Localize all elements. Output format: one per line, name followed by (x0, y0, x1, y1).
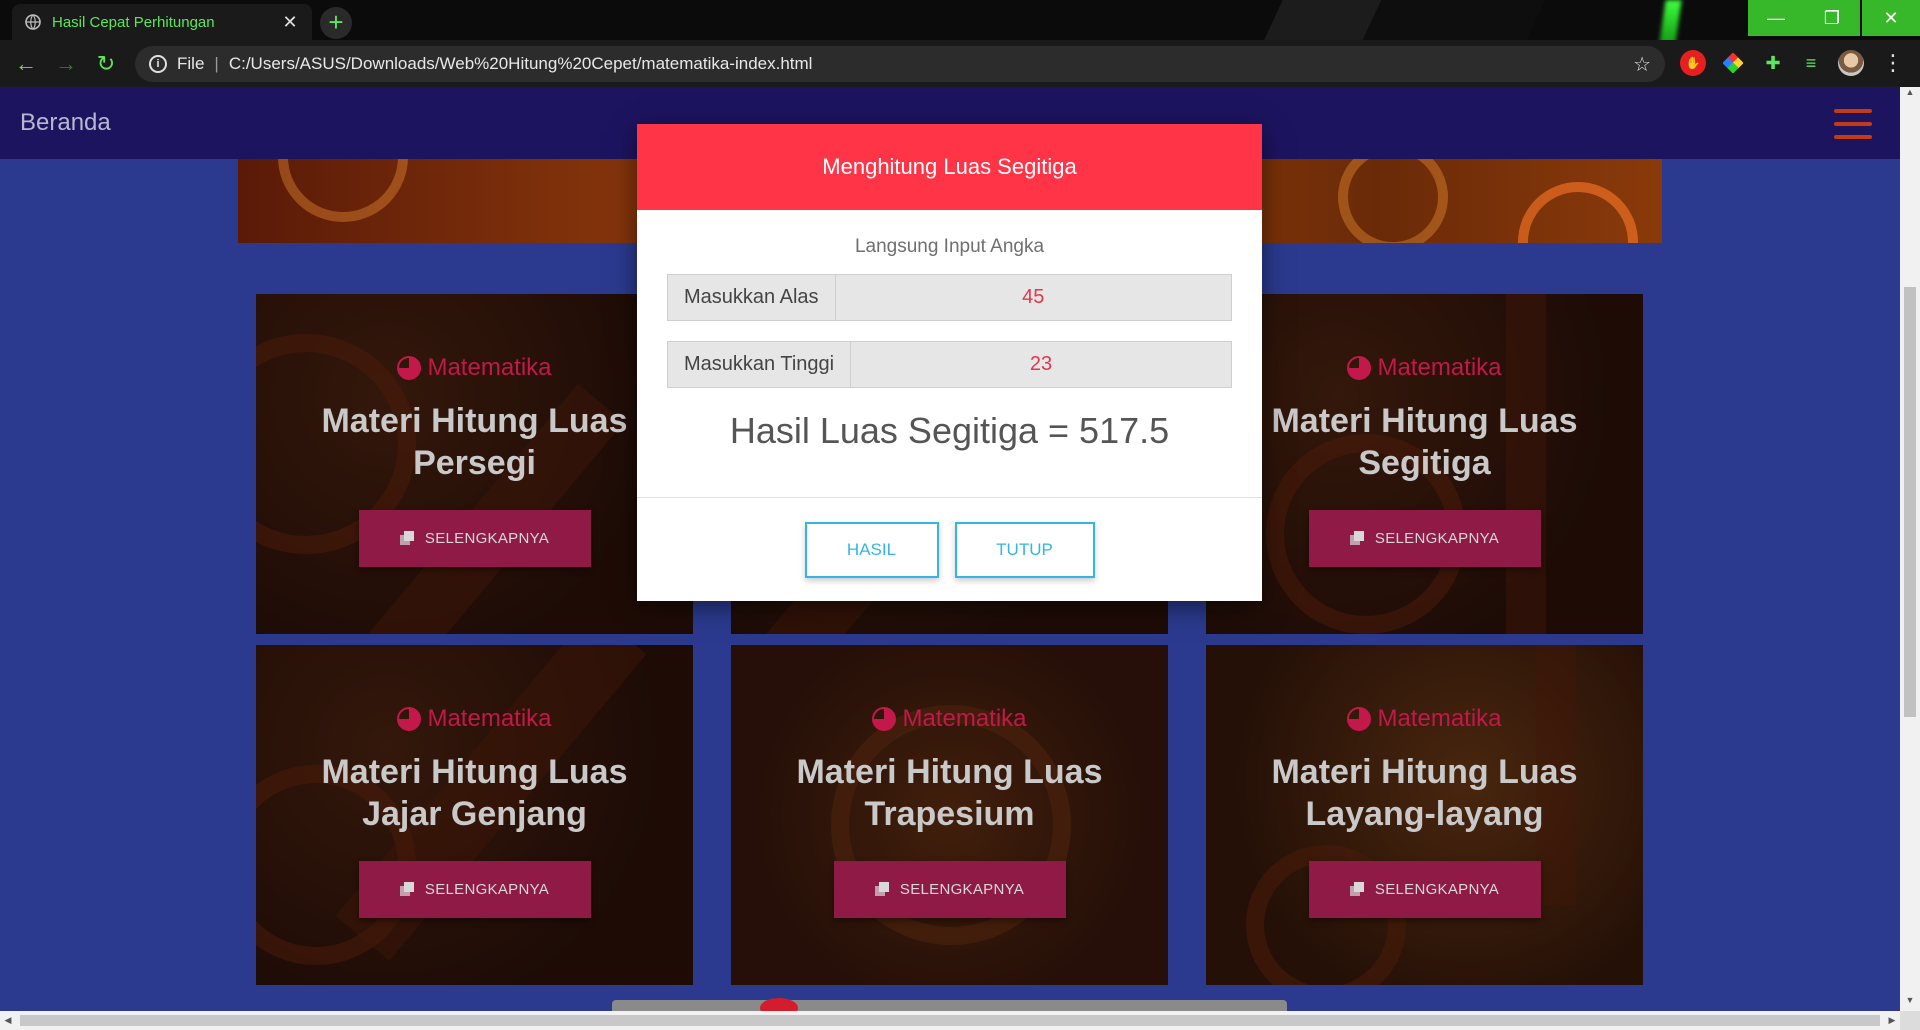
back-arrow-icon[interactable]: ← (6, 44, 46, 84)
modal-footer: HASIL TUTUP (637, 497, 1262, 601)
scroll-left-arrow-icon[interactable]: ◀ (0, 1011, 16, 1030)
horizontal-scroll-thumb[interactable] (20, 1015, 1880, 1026)
horizontal-scrollbar[interactable]: ◀ ▶ (0, 1011, 1900, 1030)
scroll-down-arrow-icon[interactable]: ▼ (1900, 995, 1920, 1011)
card-title: Materi Hitung Luas Trapesium (796, 753, 1103, 833)
card-title: Materi Hitung Luas Jajar Genjang (321, 753, 628, 833)
url-separator: | (214, 54, 219, 73)
info-icon[interactable]: i (149, 55, 167, 73)
hasil-button[interactable]: HASIL (804, 521, 939, 578)
forward-arrow-icon[interactable]: → (46, 44, 86, 84)
browser-tab-active[interactable]: Hasil Cepat Perhitungan ✕ (12, 4, 312, 40)
modal-body: Langsung Input Angka Masukkan Alas 45 Ma… (637, 210, 1262, 452)
vertical-scroll-thumb[interactable] (1904, 287, 1916, 717)
vertical-scrollbar[interactable]: ▲ ▼ (1900, 87, 1920, 1011)
bookmark-star-icon[interactable]: ☆ (1633, 52, 1651, 77)
media-control-icon[interactable]: ≡ (1798, 50, 1824, 76)
card-more-button[interactable]: SELENGKAPNYA (1308, 861, 1541, 918)
browser-tabstrip: Hasil Cepat Perhitungan ✕ + (0, 0, 1920, 40)
card-more-button[interactable]: SELENGKAPNYA (358, 510, 591, 567)
modal-hint: Langsung Input Angka (854, 236, 1045, 257)
alas-input[interactable]: 45 (835, 275, 1231, 320)
window-close-button[interactable]: ✕ (1862, 0, 1920, 36)
globe-icon (24, 13, 42, 31)
hamburger-icon[interactable] (1834, 109, 1872, 139)
window-restore-button[interactable]: ❐ (1804, 0, 1860, 36)
copy-icon (1349, 882, 1365, 897)
alas-input-group: Masukkan Alas 45 (667, 274, 1232, 321)
tutup-button[interactable]: TUTUP (954, 521, 1095, 578)
tinggi-input-group: Masukkan Tinggi 23 (667, 341, 1232, 388)
card-title: Materi Hitung Luas Persegi (321, 402, 628, 482)
profile-avatar[interactable] (1838, 50, 1864, 76)
card-more-button[interactable]: SELENGKAPNYA (358, 861, 591, 918)
card-title: Materi Hitung Luas Segitiga (1271, 402, 1578, 482)
navbar-brand-link[interactable]: Beranda (20, 109, 111, 137)
card-segitiga: Matematika Materi Hitung Luas Segitiga S… (1206, 294, 1643, 634)
pie-chart-icon (872, 707, 897, 731)
color-extension-icon[interactable] (1720, 50, 1746, 76)
card-more-button[interactable]: SELENGKAPNYA (1308, 510, 1541, 567)
card-title: Materi Hitung Luas Layang-layang (1271, 753, 1578, 833)
new-tab-button[interactable]: + (320, 7, 352, 39)
copy-icon (874, 882, 890, 897)
card-category: Matematika (1347, 705, 1502, 733)
tabstrip-background (1100, 0, 1700, 40)
card-persegi: Matematika Materi Hitung Luas Persegi SE… (256, 294, 693, 634)
modal-title: Menghitung Luas Segitiga (637, 124, 1262, 210)
scrollbar-corner (1900, 1011, 1920, 1030)
tab-title: Hasil Cepat Perhitungan (52, 13, 215, 31)
url-text[interactable]: C:/Users/ASUS/Downloads/Web%20Hitung%20C… (229, 54, 1623, 74)
result-text: Hasil Luas Segitiga = 517.5 (729, 410, 1170, 451)
url-scheme-label: File (177, 54, 205, 73)
copy-icon (1349, 531, 1365, 546)
address-bar[interactable]: i File | C:/Users/ASUS/Downloads/Web%20H… (135, 46, 1665, 82)
tinggi-label: Masukkan Tinggi (668, 342, 852, 387)
reload-icon[interactable]: ↻ (86, 44, 126, 84)
extensions-puzzle-icon[interactable]: ✚ (1760, 50, 1786, 76)
pie-chart-icon (1347, 356, 1372, 380)
card-trapesium: Matematika Materi Hitung Luas Trapesium … (731, 645, 1168, 985)
card-jajar-genjang: Matematika Materi Hitung Luas Jajar Genj… (256, 645, 693, 985)
browser-toolbar: ← → ↻ i File | C:/Users/ASUS/Downloads/W… (0, 40, 1920, 87)
card-category: Matematika (872, 705, 1027, 733)
card-category: Matematika (1347, 354, 1502, 382)
browser-menu-icon[interactable]: ⋮ (1880, 50, 1906, 76)
adblock-extension-icon[interactable]: ✋ (1680, 50, 1706, 76)
page-bottom-tab (612, 998, 1287, 1011)
pie-chart-icon (397, 356, 422, 380)
card-category: Matematika (397, 705, 552, 733)
card-layang-layang: Matematika Materi Hitung Luas Layang-lay… (1206, 645, 1643, 985)
pie-chart-icon (1347, 707, 1372, 731)
pie-chart-icon (397, 707, 422, 731)
card-more-button[interactable]: SELENGKAPNYA (833, 861, 1066, 918)
copy-icon (399, 882, 415, 897)
card-category: Matematika (397, 354, 552, 382)
alas-label: Masukkan Alas (668, 275, 836, 320)
window-minimize-button[interactable]: — (1748, 0, 1804, 36)
luas-segitiga-modal: Menghitung Luas Segitiga Langsung Input … (637, 124, 1262, 601)
tinggi-input[interactable]: 23 (851, 342, 1231, 387)
scroll-up-arrow-icon[interactable]: ▲ (1900, 87, 1920, 103)
page-viewport: Beranda Matematika Materi Hitung Luas Pe… (0, 87, 1900, 1011)
tab-close-icon[interactable]: ✕ (280, 12, 300, 33)
scroll-right-arrow-icon[interactable]: ▶ (1884, 1011, 1900, 1030)
copy-icon (399, 531, 415, 546)
